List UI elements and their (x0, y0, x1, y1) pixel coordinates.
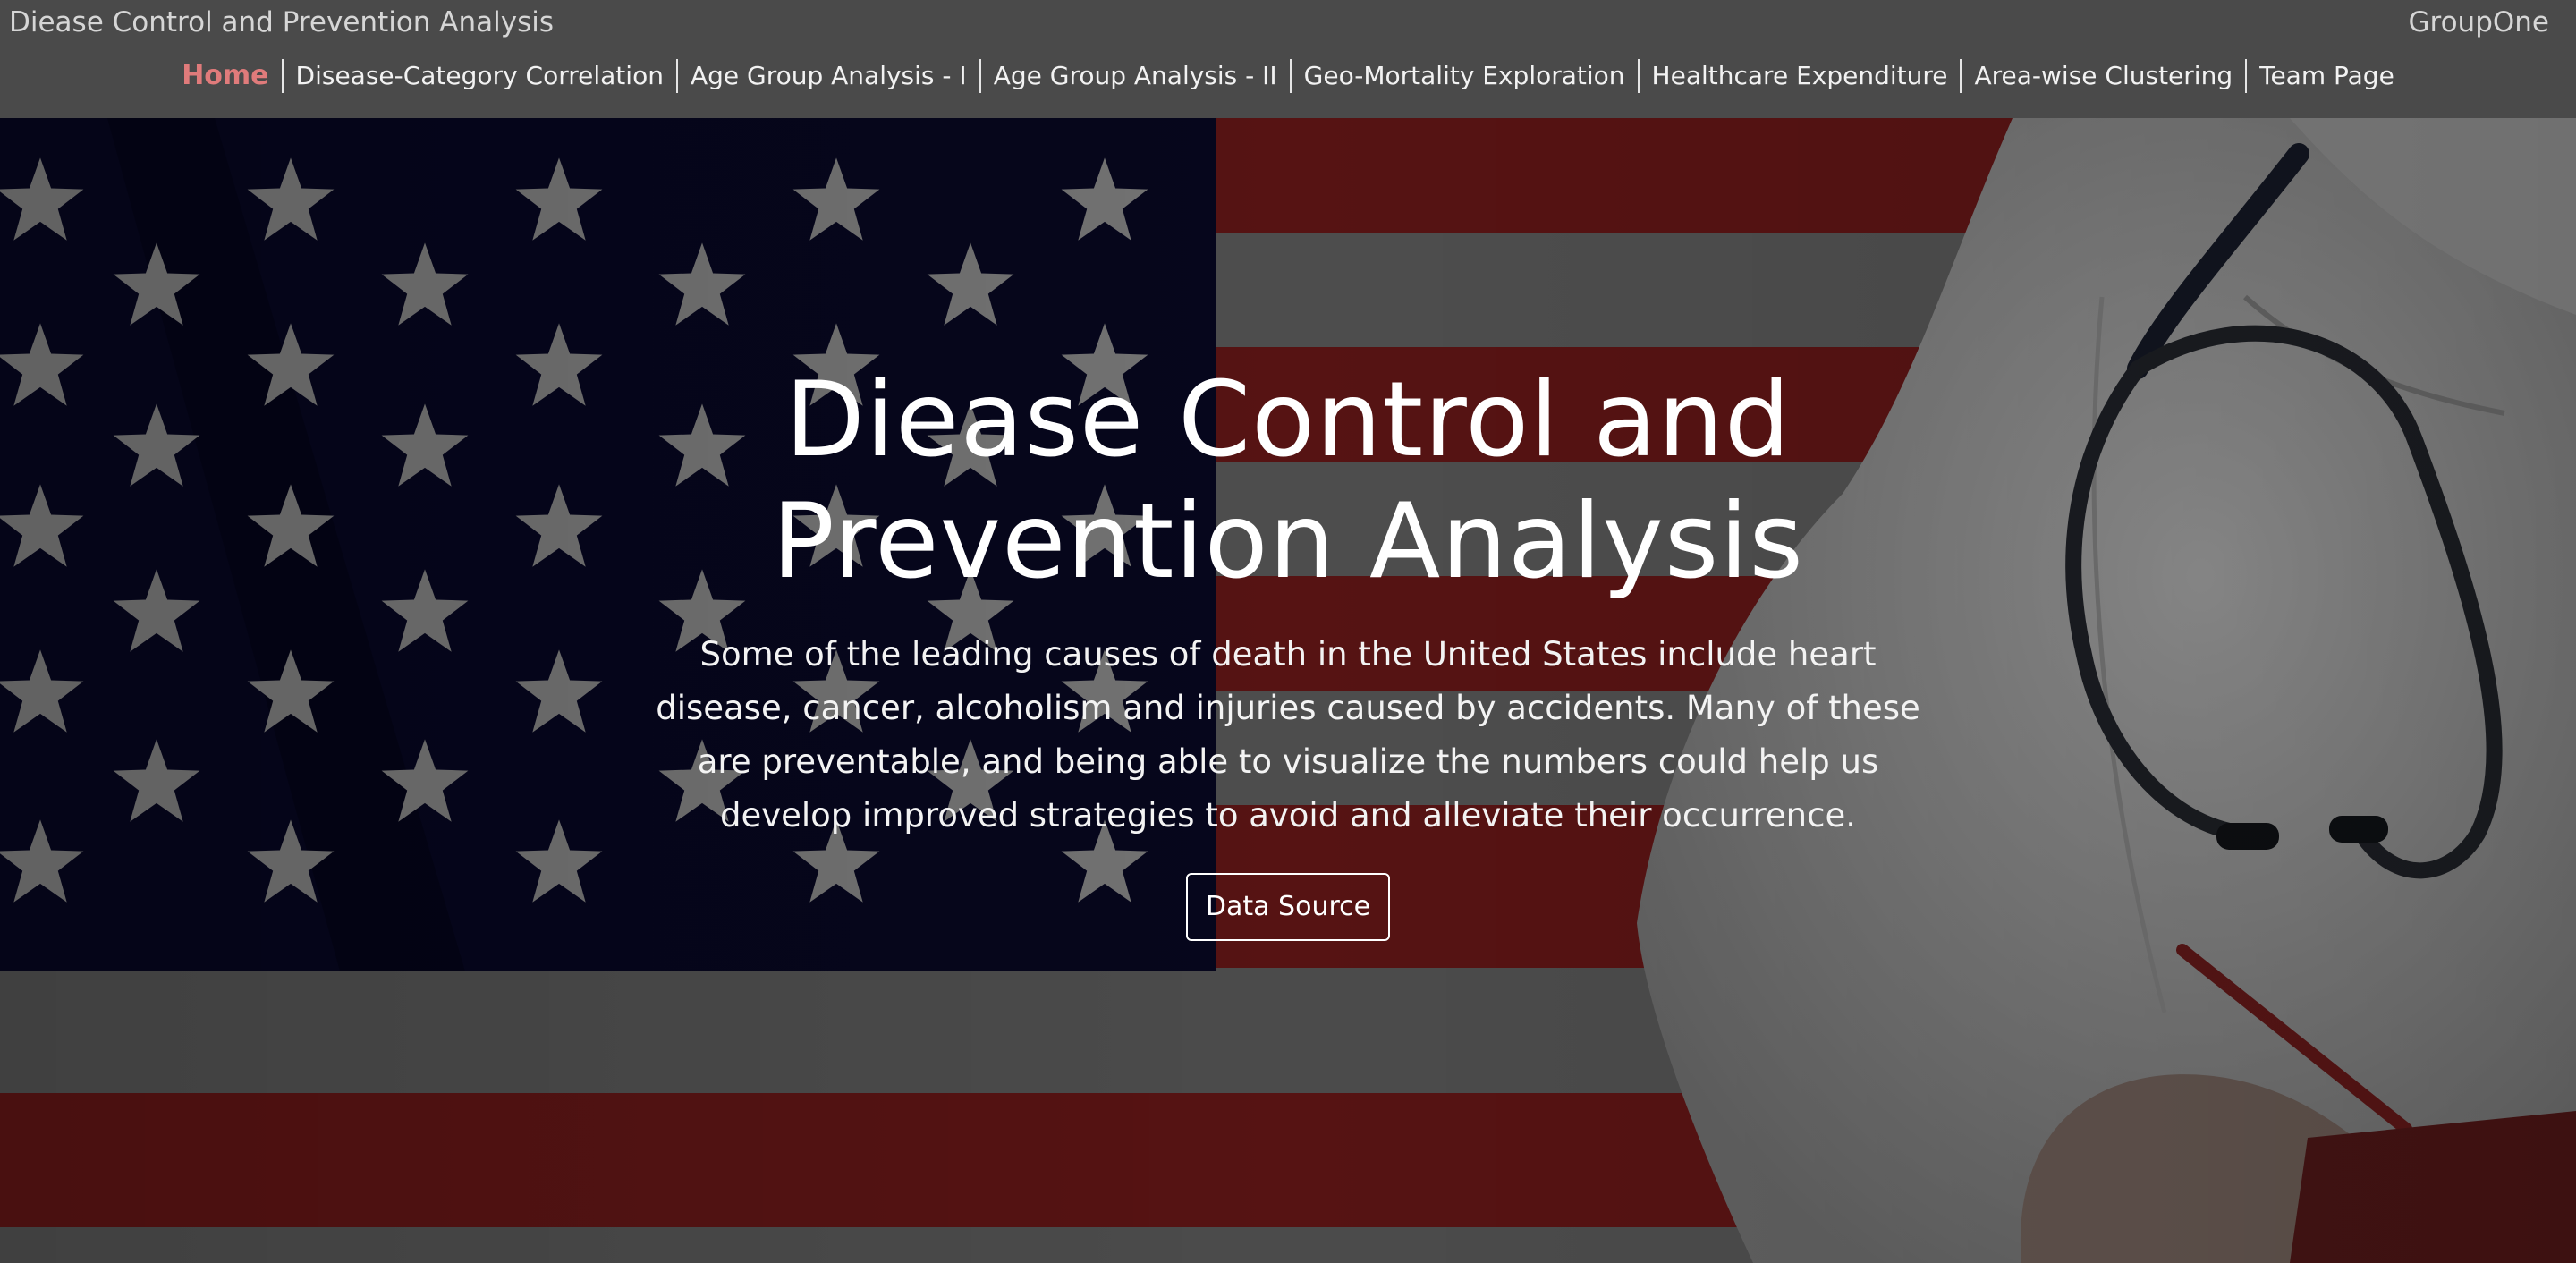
hero-description: Some of the leading causes of death in t… (656, 635, 1920, 835)
group-name-link[interactable]: GroupOne (2409, 4, 2550, 41)
data-source-button[interactable]: Data Source (1186, 873, 1390, 941)
hero-title: Diease Control and Prevention Analysis (0, 360, 2576, 603)
nav-item-age-group-analysis-1[interactable]: Age Group Analysis - I (678, 58, 979, 94)
top-navbar: Diease Control and Prevention Analysis G… (0, 0, 2576, 118)
nav-item-disease-category-correlation[interactable]: Disease-Category Correlation (284, 58, 676, 94)
nav-item-area-wise-clustering[interactable]: Area-wise Clustering (1962, 58, 2245, 94)
main-nav: Home Disease-Category Correlation Age Gr… (0, 55, 2576, 97)
hero-section: Diease Control and Prevention Analysis S… (0, 118, 2576, 1263)
nav-item-age-group-analysis-2[interactable]: Age Group Analysis - II (981, 58, 1290, 94)
nav-item-geo-mortality-exploration[interactable]: Geo-Mortality Exploration (1292, 58, 1638, 94)
hero-title-line-1: Diease Control and (784, 360, 1792, 480)
hero-title-line-2: Prevention Analysis (772, 481, 1804, 602)
nav-item-team-page[interactable]: Team Page (2247, 58, 2407, 94)
nav-item-home[interactable]: Home (169, 58, 281, 94)
nav-item-healthcare-expenditure[interactable]: Healthcare Expenditure (1640, 58, 1961, 94)
site-brand-title[interactable]: Diease Control and Prevention Analysis (9, 4, 554, 41)
